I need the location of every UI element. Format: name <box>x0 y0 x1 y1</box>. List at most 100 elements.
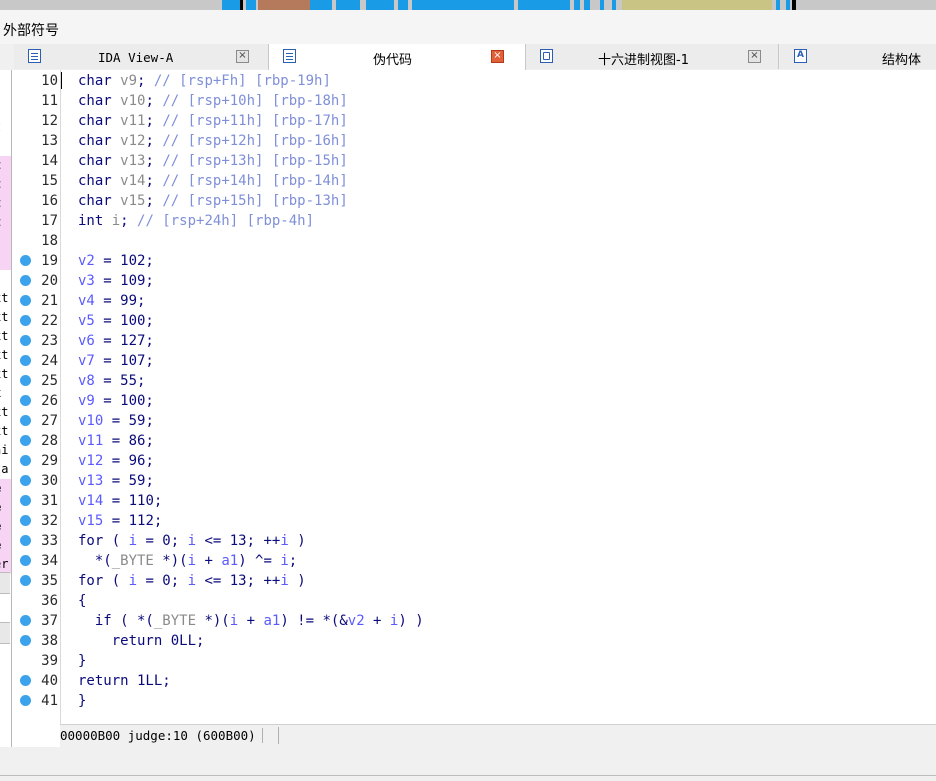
function-list-item[interactable]: e <box>0 498 11 517</box>
pane-scroll-control[interactable] <box>0 572 10 594</box>
code-text[interactable]: v10 = 59; <box>78 411 154 431</box>
code-variable[interactable]: i <box>280 533 288 549</box>
function-list-item[interactable]: t <box>0 175 11 194</box>
breakpoint-dot-icon[interactable] <box>20 375 31 386</box>
code-text[interactable]: v2 = 102; <box>78 251 154 271</box>
code-text[interactable]: v6 = 127; <box>78 331 154 351</box>
close-icon[interactable]: × <box>748 50 761 63</box>
code-line[interactable]: 40 return 1LL; <box>12 671 932 691</box>
code-text[interactable]: v9 = 100; <box>78 391 154 411</box>
code-text[interactable]: v5 = 100; <box>78 311 154 331</box>
code-line[interactable]: 18 <box>12 231 932 251</box>
breakpoint-dot-icon[interactable] <box>20 415 31 426</box>
code-line[interactable]: 16 char v15; // [rsp+15h] [rbp-13h] <box>12 191 932 211</box>
code-text[interactable]: { <box>78 591 86 611</box>
breakpoint-dot-icon[interactable] <box>20 435 31 446</box>
code-variable[interactable]: v15 <box>78 513 103 529</box>
code-text[interactable]: v15 = 112; <box>78 511 162 531</box>
code-line[interactable]: 24 v7 = 107; <box>12 351 932 371</box>
breakpoint-dot-icon[interactable] <box>20 495 31 506</box>
code-variable[interactable]: v3 <box>78 273 95 289</box>
code-text[interactable]: } <box>78 651 86 671</box>
close-icon[interactable]: × <box>491 50 504 63</box>
function-list-item[interactable]: e <box>0 479 11 498</box>
code-text[interactable]: v12 = 96; <box>78 451 154 471</box>
code-line[interactable]: 30 v13 = 59; <box>12 471 932 491</box>
function-list-item[interactable]: x <box>0 384 11 403</box>
close-icon[interactable]: × <box>236 50 249 63</box>
function-list-item[interactable]: t <box>0 118 11 137</box>
code-text[interactable]: for ( i = 0; i <= 13; ++i ) <box>78 531 306 551</box>
code-line[interactable]: 29 v12 = 96; <box>12 451 932 471</box>
code-text[interactable]: char v11; // [rsp+11h] [rbp-17h] <box>78 111 348 131</box>
code-variable[interactable]: v7 <box>78 353 95 369</box>
code-line[interactable]: 12 char v11; // [rsp+11h] [rbp-17h] <box>12 111 932 131</box>
breakpoint-dot-icon[interactable] <box>20 275 31 286</box>
breakpoint-dot-icon[interactable] <box>20 255 31 266</box>
code-text[interactable]: char v12; // [rsp+12h] [rbp-16h] <box>78 131 348 151</box>
code-variable[interactable]: i <box>188 553 196 569</box>
code-text[interactable]: v11 = 86; <box>78 431 154 451</box>
code-variable[interactable]: v11 <box>78 433 103 449</box>
breakpoint-dot-icon[interactable] <box>20 615 31 626</box>
code-text[interactable]: v13 = 59; <box>78 471 154 491</box>
code-text[interactable]: char v13; // [rsp+13h] [rbp-15h] <box>78 151 348 171</box>
code-line[interactable]: 20 v3 = 109; <box>12 271 932 291</box>
breakpoint-dot-icon[interactable] <box>20 315 31 326</box>
function-list-item[interactable]: ta <box>0 460 11 479</box>
tab-ida-view-a[interactable]: IDA View-A × <box>14 44 269 69</box>
breakpoint-dot-icon[interactable] <box>20 395 31 406</box>
function-list-item[interactable]: e <box>0 536 11 555</box>
code-variable[interactable]: i <box>280 573 288 589</box>
function-list-item[interactable]: t <box>0 156 11 175</box>
code-variable[interactable]: v2 <box>78 253 95 269</box>
code-variable[interactable]: v14 <box>78 493 103 509</box>
function-list-item[interactable]: e <box>0 517 11 536</box>
breakpoint-dot-icon[interactable] <box>20 295 31 306</box>
code-line[interactable]: 41} <box>12 691 932 711</box>
code-variable[interactable]: i <box>188 533 196 549</box>
code-line[interactable]: 11 char v10; // [rsp+10h] [rbp-18h] <box>12 91 932 111</box>
code-variable[interactable]: i <box>280 553 288 569</box>
code-variable[interactable]: v2 <box>348 613 365 629</box>
breakpoint-dot-icon[interactable] <box>20 355 31 366</box>
function-list-item[interactable]: t <box>0 213 11 232</box>
function-list-item[interactable]: xt <box>0 403 11 422</box>
breakpoint-dot-icon[interactable] <box>20 455 31 466</box>
code-text[interactable]: v4 = 99; <box>78 291 145 311</box>
code-text[interactable]: v8 = 55; <box>78 371 145 391</box>
code-variable[interactable]: a1 <box>221 553 238 569</box>
code-variable[interactable]: v6 <box>78 333 95 349</box>
code-line[interactable]: 36 { <box>12 591 932 611</box>
code-variable[interactable]: a1 <box>263 613 280 629</box>
code-variable[interactable]: v5 <box>78 313 95 329</box>
code-variable[interactable]: v9 <box>78 393 95 409</box>
function-list-item[interactable]: xt <box>0 327 11 346</box>
code-text[interactable]: char v10; // [rsp+10h] [rbp-18h] <box>78 91 348 111</box>
code-variable[interactable]: v4 <box>78 293 95 309</box>
code-line[interactable]: 38 return 0LL; <box>12 631 932 651</box>
code-variable[interactable]: v10 <box>78 413 103 429</box>
code-text[interactable]: int i; // [rsp+24h] [rbp-4h] <box>78 211 314 231</box>
code-variable[interactable]: i <box>230 613 238 629</box>
code-line[interactable]: 31 v14 = 110; <box>12 491 932 511</box>
function-list-item[interactable]: xt <box>0 422 11 441</box>
tab-structures[interactable]: 结构体 <box>780 44 936 69</box>
code-variable[interactable]: i <box>129 573 137 589</box>
code-line[interactable]: 10 char v9; // [rsp+Fh] [rbp-19h] <box>12 71 932 91</box>
code-text[interactable]: v14 = 110; <box>78 491 162 511</box>
breakpoint-dot-icon[interactable] <box>20 675 31 686</box>
code-text[interactable]: char v14; // [rsp+14h] [rbp-14h] <box>78 171 348 191</box>
code-text[interactable]: } <box>78 691 86 711</box>
code-variable[interactable]: i <box>129 533 137 549</box>
pane-scroll-control[interactable] <box>0 622 10 644</box>
code-text[interactable]: if ( *(_BYTE *)(i + a1) != *(&v2 + i) ) <box>78 611 424 631</box>
function-list-item[interactable]: xt <box>0 365 11 384</box>
code-text[interactable]: char v9; // [rsp+Fh] [rbp-19h] <box>78 71 331 91</box>
breakpoint-dot-icon[interactable] <box>20 635 31 646</box>
code-line[interactable]: 26 v9 = 100; <box>12 391 932 411</box>
code-text[interactable]: *(_BYTE *)(i + a1) ^= i; <box>78 551 297 571</box>
function-list-item[interactable] <box>0 99 11 118</box>
code-line[interactable]: 15 char v14; // [rsp+14h] [rbp-14h] <box>12 171 932 191</box>
function-list-item[interactable]: : <box>0 232 11 251</box>
